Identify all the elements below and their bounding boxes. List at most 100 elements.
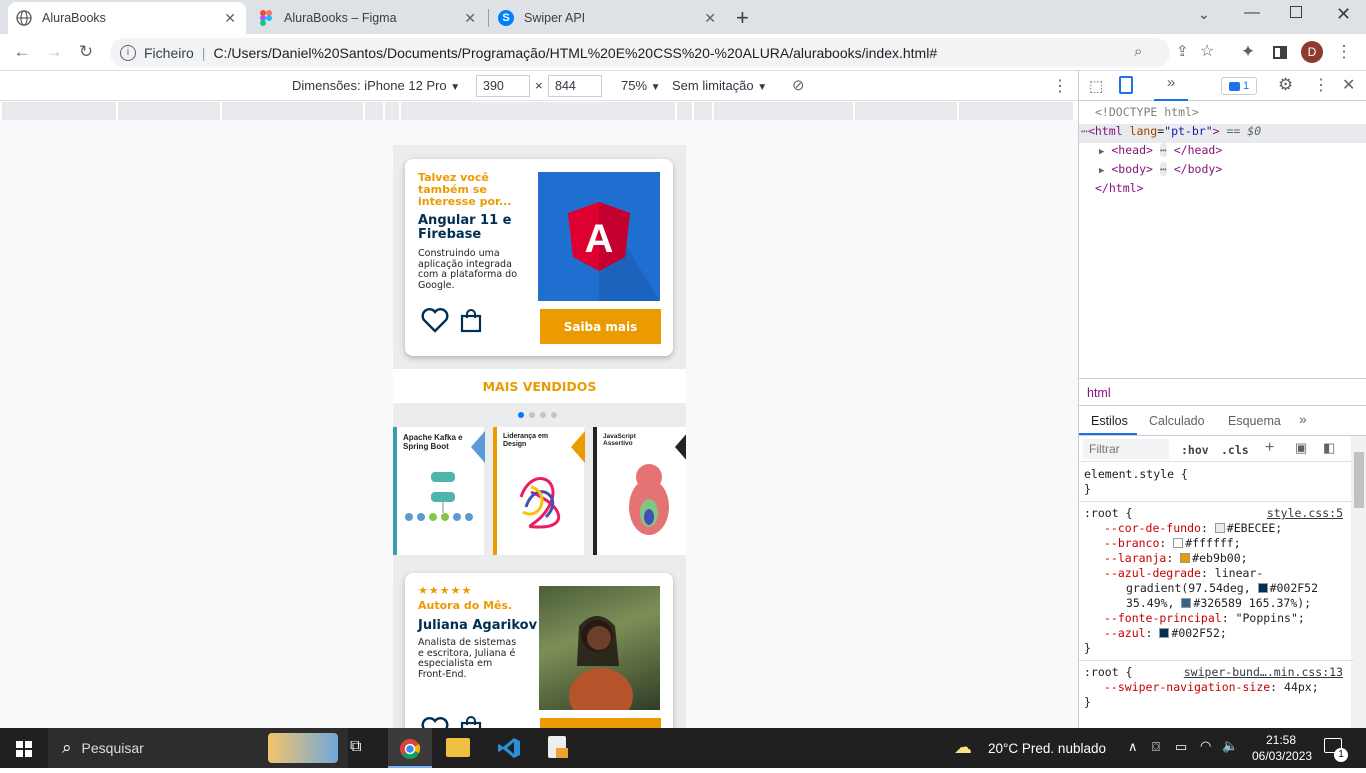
breadcrumb-html[interactable]: html [1087,386,1111,400]
vscode-icon[interactable] [497,736,521,763]
more-tabs-icon[interactable]: » [1154,74,1188,101]
computed-sidebar-icon[interactable]: ◧ [1323,440,1335,456]
device-mode-icon[interactable] [1119,76,1133,94]
color-swatch[interactable] [1180,553,1191,563]
close-tab-icon[interactable]: ✕ [464,10,476,27]
clock[interactable]: 21:58 06/03/2023 [1252,732,1312,764]
tab-search-icon[interactable]: ⌄ [1198,6,1210,23]
styles-filter-bar: :hov .cls + ▣ ◧ [1079,436,1351,462]
tab-estilos[interactable]: Estilos [1091,414,1128,428]
tab-figma[interactable]: AluraBooks – Figma ✕ [250,2,486,34]
pagination-dot[interactable] [529,412,535,418]
avatar[interactable]: D [1301,41,1323,63]
paint-icon[interactable]: ▣ [1295,440,1307,456]
bookmark-star-icon[interactable]: ☆ [1200,41,1214,61]
reload-icon[interactable]: ↻ [74,40,98,64]
heart-icon[interactable] [421,716,449,728]
sidepanel-icon[interactable] [1268,40,1292,64]
device-dimensions-select[interactable]: Dimensões: iPhone 12 Pro ▼ [292,78,460,93]
close-tab-icon[interactable]: ✕ [704,10,716,27]
devtools-menu-icon[interactable]: ⋮ [1313,75,1329,95]
css-var-name: --cor-de-fundo [1104,521,1201,535]
close-tab-icon[interactable]: ✕ [224,10,236,27]
zoom-icon[interactable]: ⌕ [1134,43,1142,60]
notification-count: 1 [1334,748,1348,762]
taskbar-search-box[interactable]: ⌕ Pesquisar [48,728,348,768]
css-var-value: "Poppins"; [1235,611,1305,625]
rotate-icon[interactable]: ⊘ [792,76,805,94]
tab-alurabooks[interactable]: AluraBooks ✕ [8,2,246,34]
maximize-button[interactable] [1290,6,1302,18]
html-node[interactable]: ⋯<html lang="pt-br"> == $0 [1079,124,1366,143]
lang-attr: lang [1129,124,1158,138]
extensions-icon[interactable]: ✦ [1236,40,1260,64]
heart-icon[interactable] [421,307,449,336]
camera-icon[interactable]: ⌼ [1152,739,1160,755]
style-source-link[interactable]: style.css:5 [1267,506,1343,521]
book-cover-lideranca[interactable]: Liderança em Design [493,427,585,555]
chevron-up-icon[interactable]: ∧ [1128,739,1138,755]
tab-calculado[interactable]: Calculado [1149,414,1205,428]
wifi-icon[interactable]: ◠ [1200,738,1211,754]
rule-close: } [1084,695,1091,709]
add-rule-icon[interactable]: + [1265,439,1274,457]
taskbar-chrome[interactable] [388,728,432,768]
html-tag-name: html [1094,124,1123,138]
author-button[interactable] [540,718,661,728]
style-source-link[interactable]: swiper-bund….min.css:13 [1184,665,1343,680]
minimize-button[interactable]: — [1244,4,1260,22]
color-swatch[interactable] [1257,583,1268,593]
css-var-value: #002F52; [1171,626,1227,640]
forward-icon[interactable]: → [42,40,66,64]
tab-esquema[interactable]: Esquema [1228,414,1281,428]
body-node[interactable]: ▶ <body> ⋯ </body> [1079,162,1366,181]
styles-filter-input[interactable] [1083,439,1169,459]
menu-icon[interactable]: ⋮ [1332,40,1356,64]
book-cover-javascript[interactable]: JavaScript Assertivo [593,427,686,555]
bag-icon[interactable] [460,309,482,336]
settings-gear-icon[interactable]: ⚙ [1278,75,1293,95]
file-explorer-icon[interactable] [446,738,470,757]
inspect-icon[interactable]: ⬚ [1089,77,1103,95]
bestsellers-header: MAIS VENDIDOS [393,369,686,403]
task-view-icon[interactable]: ⧉ [350,738,361,756]
share-icon[interactable]: ⇪ [1176,42,1189,60]
color-swatch[interactable] [1214,523,1225,533]
device-width-input[interactable] [476,75,530,97]
battery-icon[interactable]: ▭ [1175,739,1187,755]
more-panels-icon[interactable]: » [1299,411,1307,427]
speaker-icon[interactable]: 🔈 [1222,738,1238,754]
address-bar[interactable]: i Ficheiro | C:/Users/Daniel%20Santos/Do… [110,38,1214,67]
device-height-input[interactable] [548,75,602,97]
close-window-button[interactable]: ✕ [1336,4,1351,25]
book-cover-kafka[interactable]: Apache Kafka e Spring Boot [393,427,485,555]
pagination-dot[interactable] [540,412,546,418]
more-options-icon[interactable]: ⋮ [1052,76,1068,96]
head-node[interactable]: ▶ <head> ⋯ </head> [1079,143,1366,162]
url-text[interactable]: C:/Users/Daniel%20Santos/Documents/Progr… [213,45,937,61]
back-icon[interactable]: ← [10,40,34,64]
body-close-tag: body [1187,162,1216,176]
info-icon[interactable]: i [120,44,136,61]
zoom-select[interactable]: 75% ▼ [621,78,661,93]
new-tab-button[interactable]: + [736,5,749,31]
issues-badge[interactable]: 1 [1221,77,1257,95]
color-swatch[interactable] [1173,538,1184,548]
cls-toggle[interactable]: .cls [1221,443,1249,457]
tab-swiper[interactable]: S Swiper API ✕ [490,2,726,34]
swiper-icon: S [498,10,514,26]
close-devtools-icon[interactable]: ✕ [1342,75,1355,95]
windows-start-icon[interactable] [16,741,32,760]
css-var-value: 35.49%, [1126,596,1175,610]
pagination-dot[interactable] [551,412,557,418]
pagination-dot-active[interactable] [518,412,524,418]
styles-scrollbar[interactable] [1351,436,1366,728]
throttle-select[interactable]: Sem limitação ▼ [672,78,767,93]
hov-toggle[interactable]: :hov [1181,443,1209,457]
saiba-mais-button[interactable]: Saiba mais [540,309,661,344]
color-swatch[interactable] [1159,628,1170,638]
color-swatch[interactable] [1181,598,1192,608]
weather-text[interactable]: 20°C Pred. nublado [988,741,1106,756]
document-app-icon[interactable] [548,736,568,758]
bag-icon[interactable] [460,716,482,728]
